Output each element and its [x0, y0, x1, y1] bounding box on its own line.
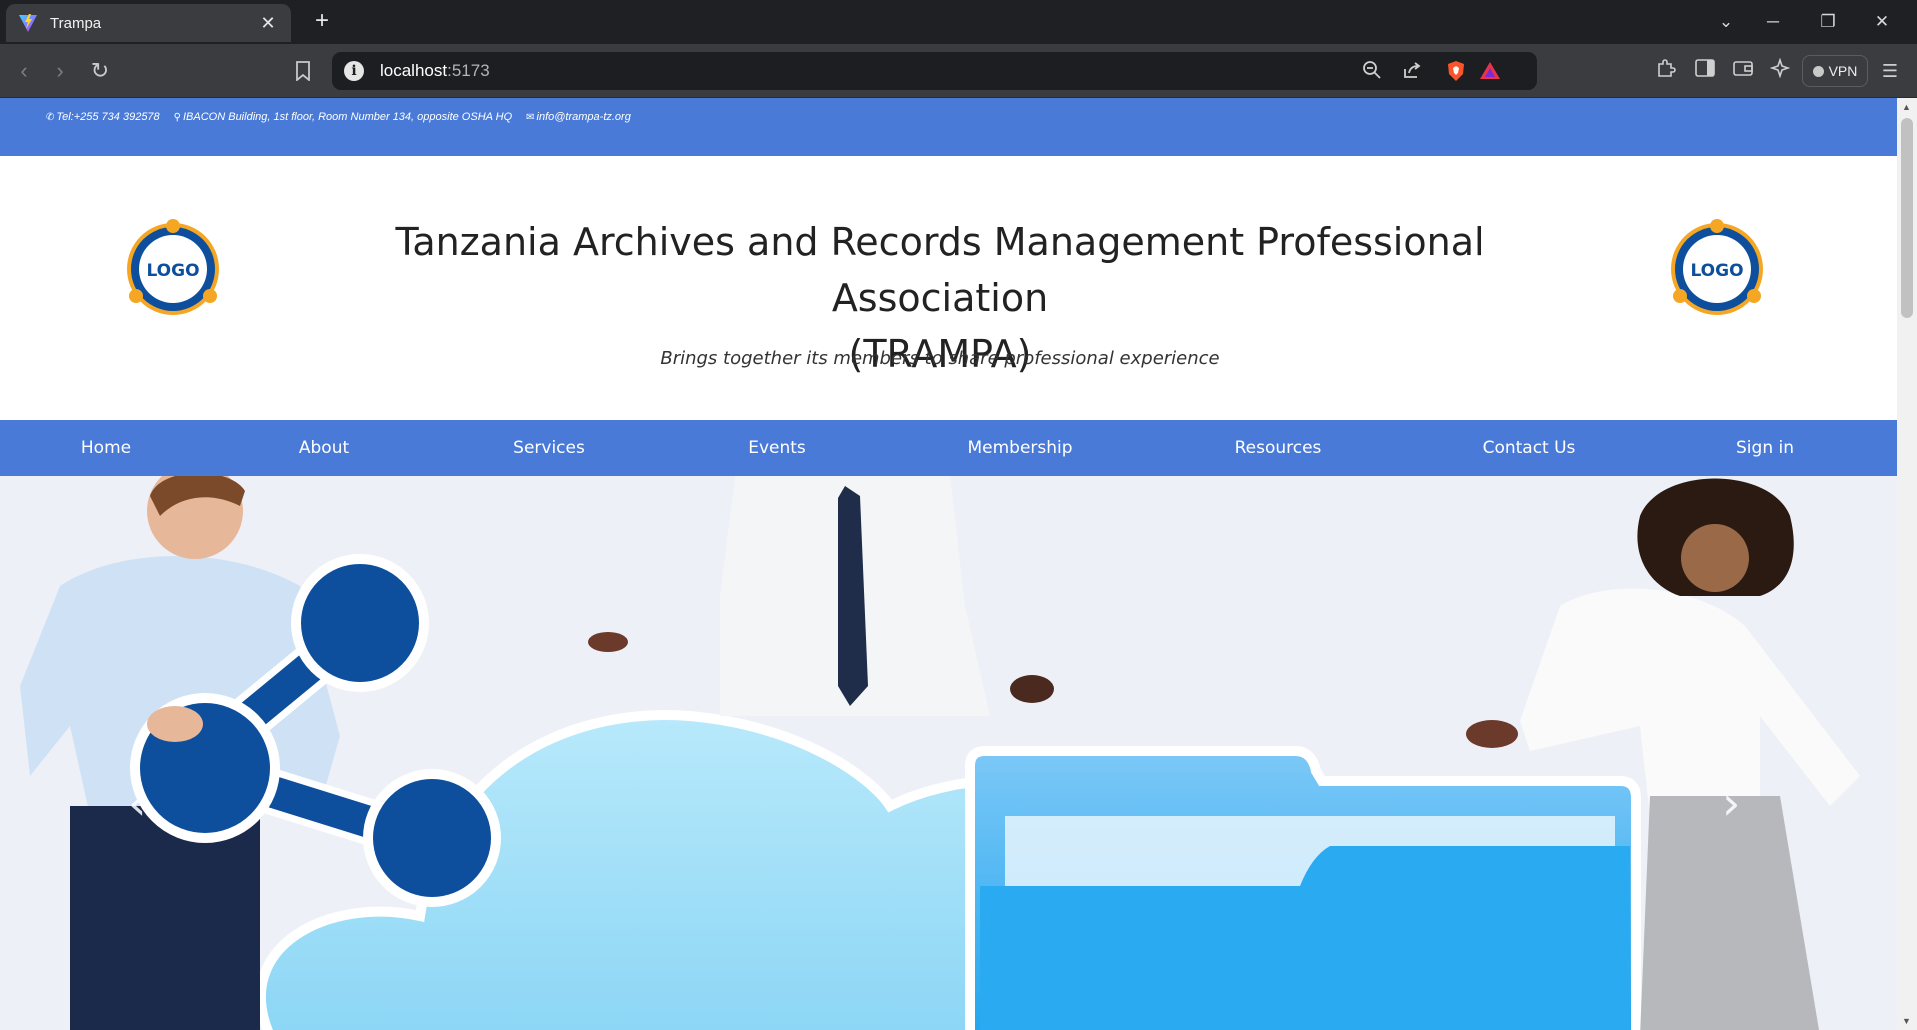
logo-left-icon[interactable]: LOGO [118, 214, 228, 324]
site-info-icon[interactable]: i [344, 61, 364, 81]
main-navbar: Home About Services Events Membership Re… [0, 420, 1897, 476]
address-item: ⚲ IBACON Building, 1st floor, Room Number… [174, 111, 512, 123]
zoom-icon[interactable] [1360, 60, 1384, 84]
minimize-icon[interactable]: ─ [1753, 8, 1793, 36]
nav-sign-in[interactable]: Sign in [1736, 420, 1794, 476]
map-marker-icon: ⚲ [173, 111, 181, 123]
back-icon[interactable]: ‹ [10, 57, 38, 85]
scroll-down-icon[interactable]: ▼ [1902, 1016, 1911, 1026]
phone-item: ✆ Tel:+255 734 392578 [46, 111, 160, 123]
logo-right-icon[interactable]: LOGO [1662, 214, 1772, 324]
phone-text: Tel:+255 734 392578 [56, 111, 160, 123]
extensions-icon[interactable] [1652, 58, 1680, 84]
vpn-button[interactable]: VPN [1802, 55, 1868, 87]
address-bar[interactable]: i localhost:5173 [332, 52, 1537, 90]
menu-icon[interactable]: ☰ [1876, 58, 1904, 84]
url-port: :5173 [447, 61, 490, 80]
nav-membership[interactable]: Membership [967, 420, 1072, 476]
email-text[interactable]: info@trampa-tz.org [537, 111, 631, 123]
forward-icon[interactable]: › [46, 57, 74, 85]
logo-right-text: LOGO [1690, 261, 1743, 281]
tagline: Brings together its members to share pro… [660, 348, 1220, 369]
wallet-icon[interactable] [1729, 58, 1757, 84]
nav-events[interactable]: Events [748, 420, 806, 476]
bookmark-icon[interactable] [289, 57, 317, 85]
email-item[interactable]: ✉ info@trampa-tz.org [526, 111, 631, 123]
contact-topbar: ✆ Tel:+255 734 392578 ⚲ IBACON Building, 1… [0, 98, 1897, 156]
page-scrollbar[interactable]: ▲ ▼ [1897, 98, 1917, 1030]
carousel-next-icon[interactable]: › [1722, 776, 1740, 830]
scrollbar-thumb[interactable] [1901, 118, 1913, 318]
title-line-1: Tanzania Archives and Records Management… [395, 220, 1485, 320]
tab-search-chevron-icon[interactable]: ⌄ [1706, 8, 1746, 36]
reload-icon[interactable]: ↻ [86, 57, 114, 85]
logo-left-text: LOGO [146, 261, 199, 281]
url-text: localhost:5173 [380, 61, 490, 81]
nav-contact-us[interactable]: Contact Us [1483, 420, 1576, 476]
scroll-up-icon[interactable]: ▲ [1902, 102, 1911, 112]
nav-home[interactable]: Home [81, 420, 131, 476]
new-tab-icon[interactable]: + [308, 8, 336, 36]
browser-tab-strip: Trampa ✕ + ⌄ ─ ❐ ✕ [0, 0, 1917, 44]
nav-resources[interactable]: Resources [1235, 420, 1322, 476]
brave-shields-icon[interactable] [1444, 60, 1468, 84]
vpn-label: VPN [1828, 63, 1858, 79]
site-header: LOGO Tanzania Archives and Records Manag… [0, 156, 1897, 420]
sidebar-icon[interactable] [1691, 58, 1719, 84]
address-text: IBACON Building, 1st floor, Room Number … [183, 111, 513, 123]
brave-rewards-icon[interactable] [1478, 60, 1502, 84]
close-window-icon[interactable]: ✕ [1862, 8, 1902, 36]
vpn-status-icon [1812, 66, 1824, 77]
tab-close-icon[interactable]: ✕ [257, 13, 279, 34]
hero-image [0, 476, 1897, 1030]
carousel-prev-icon[interactable]: ‹ [128, 776, 146, 830]
vite-favicon-icon [19, 14, 37, 32]
leo-ai-icon[interactable] [1766, 57, 1794, 84]
phone-icon: ✆ [46, 111, 55, 123]
tab-title: Trampa [50, 14, 102, 32]
nav-services[interactable]: Services [513, 420, 585, 476]
browser-toolbar: ‹ › ↻ i localhost:5173 VPN ☰ [0, 44, 1917, 98]
browser-tab[interactable]: Trampa ✕ [6, 4, 291, 42]
page-viewport: ✆ Tel:+255 734 392578 ⚲ IBACON Building, 1… [0, 98, 1897, 1030]
envelope-icon: ✉ [526, 111, 535, 123]
nav-about[interactable]: About [299, 420, 349, 476]
hero-carousel: ‹ › [0, 476, 1897, 1030]
url-host: localhost [380, 61, 448, 80]
share-icon[interactable] [1400, 60, 1424, 84]
restore-icon[interactable]: ❐ [1808, 8, 1848, 36]
